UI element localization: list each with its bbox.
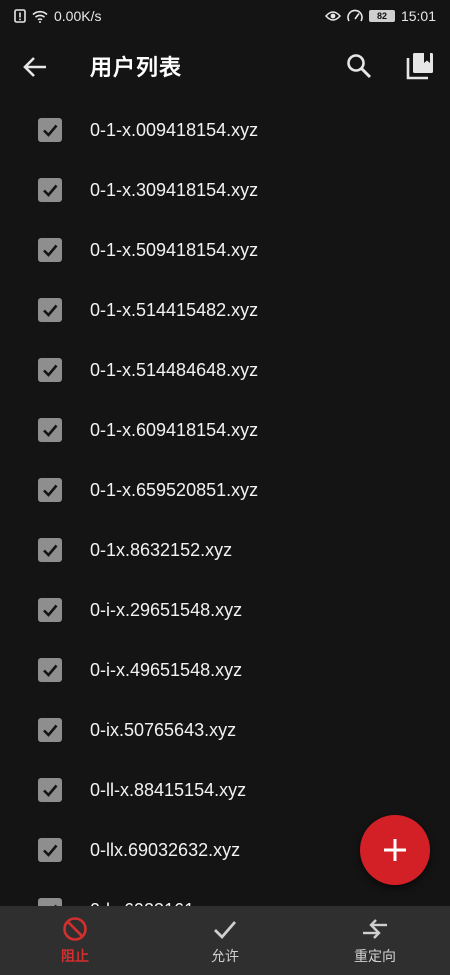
- checkmark-icon: [43, 604, 58, 617]
- nav-block[interactable]: 阻止: [0, 906, 150, 975]
- page-title: 用户列表: [90, 55, 183, 80]
- checkbox[interactable]: [38, 778, 62, 802]
- nav-redirect[interactable]: 重定向: [300, 906, 450, 975]
- app-bar: 用户列表: [0, 32, 450, 100]
- list-item-label: 0-1-x.009418154.xyz: [90, 119, 259, 140]
- checkmark-icon: [43, 484, 58, 497]
- library-icon[interactable]: [404, 50, 436, 82]
- checkbox[interactable]: [38, 658, 62, 682]
- list-item[interactable]: 0-1-x.309418154.xyz: [0, 160, 450, 220]
- checkbox[interactable]: [38, 298, 62, 322]
- checkmark-icon: [43, 304, 58, 317]
- nav-allow[interactable]: 允许: [150, 906, 300, 975]
- checkbox[interactable]: [38, 118, 62, 142]
- checkmark-icon: [43, 784, 58, 797]
- checkmark-icon: [43, 184, 58, 197]
- list-item[interactable]: 0-1-x.009418154.xyz: [0, 100, 450, 160]
- checkbox[interactable]: [38, 718, 62, 742]
- checkmark-icon: [43, 664, 58, 677]
- list-item-label: 0-1-x.514484648.xyz: [90, 359, 259, 380]
- checkbox[interactable]: [38, 418, 62, 442]
- plus-icon: [384, 839, 406, 861]
- list-item-label: 0-ll-x.88415154.xyz: [90, 779, 247, 800]
- list-item[interactable]: 0-1-x.514415482.xyz: [0, 280, 450, 340]
- list-item[interactable]: 0-ll-x.88415154.xyz: [0, 760, 450, 820]
- battery-indicator: 82: [368, 10, 395, 22]
- list-item-label: 0-1-x.609418154.xyz: [90, 419, 259, 440]
- list-item-label: 0-i-x.29651548.xyz: [90, 599, 243, 620]
- list-item[interactable]: 0-1-x.514484648.xyz: [0, 340, 450, 400]
- nav-allow-label: 允许: [211, 947, 239, 964]
- list-item-label: 0-1-x.514415482.xyz: [90, 299, 259, 320]
- list-item-label: 0-llx.69032632.xyz: [90, 839, 241, 860]
- checkmark-icon: [43, 424, 58, 437]
- checkmark-icon: [43, 844, 58, 857]
- checkbox[interactable]: [38, 178, 62, 202]
- checkmark-icon: [43, 724, 58, 737]
- nav-block-label: 阻止: [61, 947, 89, 964]
- list-item-label: 0-ix.50765643.xyz: [90, 719, 237, 740]
- list-item-label: 0-i-x.49651548.xyz: [90, 659, 243, 680]
- status-bar: 0.00K/s 82 15:01: [0, 0, 450, 32]
- block-icon: [63, 916, 87, 941]
- checkbox[interactable]: [38, 598, 62, 622]
- list-item[interactable]: 0-i-x.29651548.xyz: [0, 580, 450, 640]
- redirect-icon: [363, 918, 387, 939]
- list-item[interactable]: 0-i-x.49651548.xyz: [0, 640, 450, 700]
- clock: 15:01: [400, 8, 436, 24]
- checkmark-icon: [43, 544, 58, 557]
- list-item[interactable]: 0-lx.6923161: [0, 880, 450, 906]
- list-item[interactable]: 0-1-x.509418154.xyz: [0, 220, 450, 280]
- back-arrow-icon[interactable]: [20, 52, 50, 82]
- speedometer-icon: [347, 9, 363, 22]
- wifi-icon: [32, 10, 48, 23]
- alert-icon: [14, 9, 26, 23]
- checkmark-icon: [43, 364, 58, 377]
- list-item[interactable]: 0-1-x.659520851.xyz: [0, 460, 450, 520]
- list-item-label: 0-1-x.659520851.xyz: [90, 479, 259, 500]
- search-icon[interactable]: [344, 51, 374, 81]
- checkbox[interactable]: [38, 478, 62, 502]
- list-item[interactable]: 0-1x.8632152.xyz: [0, 520, 450, 580]
- list-item[interactable]: 0-1-x.609418154.xyz: [0, 400, 450, 460]
- list-item-label: 0-1x.8632152.xyz: [90, 539, 233, 560]
- checkbox[interactable]: [38, 898, 62, 906]
- user-list: 0-1-x.009418154.xyz 0-1-x.309418154.xyz 0-…: [0, 100, 450, 906]
- checkbox[interactable]: [38, 838, 62, 862]
- add-button[interactable]: [360, 815, 430, 885]
- check-icon: [214, 920, 237, 939]
- list-item-label: 0-1-x.509418154.xyz: [90, 239, 259, 260]
- checkmark-icon: [43, 244, 58, 257]
- network-speed: 0.00K/s: [54, 8, 102, 24]
- list-item[interactable]: 0-ix.50765643.xyz: [0, 700, 450, 760]
- nav-redirect-label: 重定向: [354, 947, 396, 964]
- checkbox[interactable]: [38, 358, 62, 382]
- bottom-navigation: 阻止 允许 重定向: [0, 906, 450, 975]
- checkbox[interactable]: [38, 538, 62, 562]
- list-item-label: 0-1-x.309418154.xyz: [90, 179, 259, 200]
- checkmark-icon: [43, 124, 58, 137]
- eye-icon: [324, 11, 341, 21]
- checkbox[interactable]: [38, 238, 62, 262]
